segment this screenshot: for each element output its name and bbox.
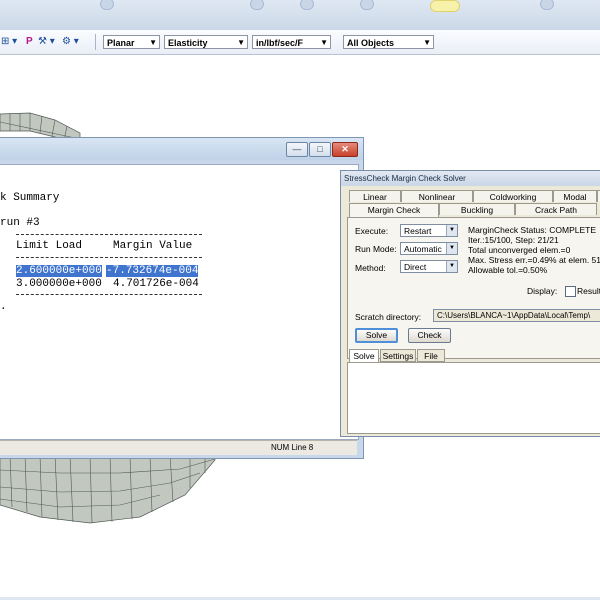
results-label: Result [577,286,600,296]
app-title-strip [0,0,600,31]
scratch-directory-field[interactable]: C:\Users\BLANCA~1\AppData\Local\Temp\ [433,309,600,322]
tab-nonlinear[interactable]: Nonlinear [401,190,473,202]
highlight-glow [430,0,460,12]
status-line: Total unconverged elem.=0 [468,245,571,255]
method-select[interactable]: Direct ▼ [400,260,458,273]
status-line: Max. Stress err.=0.49% at elem. 51 [468,255,600,265]
tool-icon[interactable]: ⚒ ▾ [38,36,55,48]
minimize-button[interactable]: — [286,142,308,157]
tab-file[interactable]: File [417,349,445,362]
execute-select[interactable]: Restart ▼ [400,224,458,237]
scratch-directory-label: Scratch directory: [355,312,422,322]
view-icon[interactable]: ⊞ ▾ [1,36,17,48]
status-line: Iter.:15/100, Step: 21/21 [468,235,559,245]
model-type-select[interactable]: Planar ▼ [103,35,160,49]
row-1-limit-load: 2.600000e+000 [16,265,102,277]
tab-solve[interactable]: Solve [349,349,379,362]
window-orb [540,0,554,10]
run-mode-select[interactable]: Automatic ▼ [400,242,458,255]
report-run-label: run #3 [0,217,40,229]
run-mode-label: Run Mode: [355,244,397,254]
solver-lower-page [347,362,600,434]
row-2-margin-value: 4.701726e-004 [113,278,199,290]
tab-linear[interactable]: Linear [349,190,401,202]
window-orb [360,0,374,10]
status-line: MarginCheck Status: COMPLETE [468,225,597,235]
status-line: Allowable tol.=0.50% [468,265,548,275]
maximize-button[interactable]: □ [309,142,331,157]
report-trailing-text: . [0,301,7,313]
tab-crack-path[interactable]: Crack Path [515,203,597,215]
report-text-area[interactable]: k Summary run #3 Limit Load Margin Value… [0,164,359,440]
solver-title[interactable]: StressCheck Margin Check Solver [341,171,600,186]
window-orb [100,0,114,10]
tab-settings[interactable]: Settings [380,349,416,362]
results-checkbox[interactable] [565,286,576,297]
method-label: Method: [355,263,386,273]
status-text: NUM Line 8 [271,443,314,452]
object-filter-select[interactable]: All Objects ▼ [343,35,434,49]
tab-modal[interactable]: Modal [553,190,597,202]
report-status-bar: NUM Line 8 [0,440,357,455]
divider [16,257,202,258]
report-heading: k Summary [0,192,60,204]
analysis-type-select[interactable]: Elasticity ▼ [164,35,248,49]
close-button[interactable]: ✕ [332,142,358,157]
divider [16,234,202,235]
column-header-limit-load: Limit Load [16,240,83,252]
p-icon[interactable]: P [26,36,33,48]
window-orb [250,0,264,10]
execute-label: Execute: [355,226,389,236]
divider [16,294,202,295]
margin-check-solver-panel: StressCheck Margin Check Solver Linear N… [340,170,600,437]
tab-coldworking[interactable]: Coldworking [473,190,553,202]
check-button[interactable]: Check [408,328,451,343]
display-label: Display: [527,286,558,296]
row-2-limit-load: 3.000000e+000 [16,278,102,290]
settings-icon[interactable]: ⚙ ▾ [62,36,79,48]
row-1-margin-value: -7.732674e-004 [106,265,199,277]
window-orb [300,0,314,10]
report-titlebar[interactable]: — □ ✕ [0,138,363,160]
margin-check-report-window: — □ ✕ k Summary run #3 Limit Load Margin… [0,137,364,459]
toolbar-separator [95,34,96,50]
solve-button[interactable]: Solve [355,328,398,343]
tab-margin-check[interactable]: Margin Check [349,203,439,217]
units-select[interactable]: in/lbf/sec/F ▼ [252,35,331,49]
tab-buckling[interactable]: Buckling [439,203,515,215]
column-header-margin-value: Margin Value [113,240,193,252]
